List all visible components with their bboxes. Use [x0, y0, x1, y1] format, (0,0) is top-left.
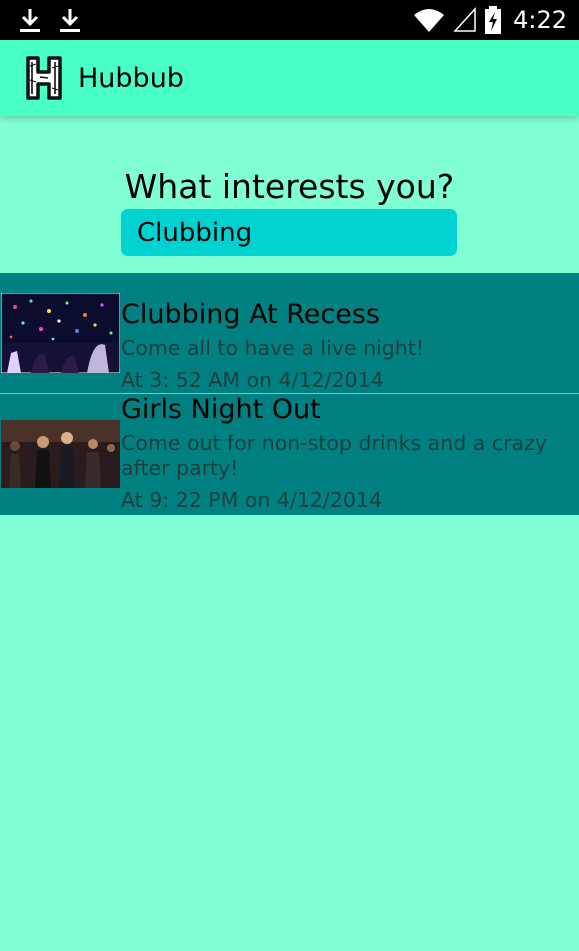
clock: 4:22: [513, 6, 567, 34]
event-title: Clubbing At Recess: [121, 299, 380, 330]
event-thumbnail: [1, 293, 120, 373]
event-list-item[interactable]: Clubbing At Recess Come all to have a li…: [0, 273, 579, 394]
event-description: Come all to have a live night!: [121, 336, 425, 360]
interest-prompt: What interests you?: [0, 167, 579, 206]
event-list-item[interactable]: Girls Night Out Come out for non-stop dr…: [0, 394, 579, 515]
download-icon: [20, 9, 40, 32]
event-title: Girls Night Out: [121, 394, 321, 425]
event-description: Come out for non-stop drinks and a crazy…: [121, 431, 547, 480]
download-icon: [60, 9, 80, 32]
interest-prompt-label: What interests you?: [124, 167, 455, 206]
event-time: At 9: 22 PM on 4/12/2014: [121, 488, 383, 512]
signal-icon: [453, 7, 476, 32]
wifi-icon: [414, 9, 445, 32]
event-list: Clubbing At Recess Come all to have a li…: [0, 273, 579, 515]
status-bar: 4:22: [0, 0, 579, 40]
app-bar: Hubbub: [0, 40, 579, 116]
notification-icons: [0, 6, 82, 34]
system-icons: 4:22: [413, 6, 579, 34]
interest-search-input[interactable]: [121, 209, 457, 256]
app-title: Hubbub: [78, 62, 184, 94]
battery-icon: [485, 6, 502, 34]
hubbub-logo-icon: [26, 56, 62, 100]
event-time: At 3: 52 AM on 4/12/2014: [121, 368, 384, 392]
event-thumbnail: [1, 420, 120, 488]
